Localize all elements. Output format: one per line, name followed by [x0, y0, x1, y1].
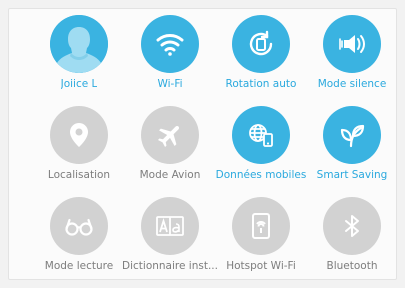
bluetooth-icon	[345, 215, 359, 237]
tile-label: Bluetooth	[326, 260, 378, 272]
tile-label: Smart Saving	[316, 169, 388, 181]
vibrate-icon	[339, 35, 365, 53]
tile-wifi[interactable]: Wi-Fi	[122, 15, 218, 105]
tile-label: Mode silence	[317, 78, 387, 90]
tile-reading-mode[interactable]: Mode lecture	[31, 197, 127, 279]
tile-smart-saving[interactable]: Smart Saving	[304, 106, 396, 196]
tile-mobile-data[interactable]: Données mobiles	[213, 106, 309, 196]
avatar-icon	[50, 15, 108, 73]
location-pin-icon	[70, 123, 88, 147]
tile-label: Localisation	[47, 169, 111, 181]
tile-auto-rotation[interactable]: Rotation auto	[213, 15, 309, 105]
tile-label: Wi-Fi	[157, 78, 183, 90]
tile-label: Hotspot Wi-Fi	[226, 260, 296, 272]
tile-airplane-mode[interactable]: Mode Avion	[122, 106, 218, 196]
tile-silent-mode[interactable]: Mode silence	[304, 15, 396, 105]
quick-settings-panel: Joiice L Wi-Fi Rotation auto Mode silenc…	[8, 8, 397, 280]
tile-user-profile[interactable]: Joiice L	[31, 15, 127, 105]
mobile-data-icon	[249, 124, 273, 147]
dictionary-icon	[156, 216, 184, 236]
rotation-icon	[249, 30, 273, 56]
tile-label: Dictionnaire inst...	[122, 260, 218, 272]
avatar	[50, 15, 108, 73]
tile-label: Mode Avion	[139, 169, 201, 181]
tile-wifi-hotspot[interactable]: Hotspot Wi-Fi	[213, 197, 309, 279]
tile-location[interactable]: Localisation	[31, 106, 127, 196]
tile-instant-dictionary[interactable]: Dictionnaire inst...	[122, 197, 218, 279]
glasses-icon	[65, 218, 93, 236]
tile-label: Rotation auto	[225, 78, 297, 90]
wifi-icon	[156, 34, 184, 56]
airplane-icon	[157, 125, 180, 148]
leaf-icon	[340, 124, 365, 148]
tile-label: Mode lecture	[44, 260, 114, 272]
tile-label: Joiice L	[60, 78, 98, 90]
tile-bluetooth[interactable]: Bluetooth	[304, 197, 396, 279]
hotspot-icon	[252, 213, 270, 239]
tile-label: Données mobiles	[215, 169, 307, 181]
